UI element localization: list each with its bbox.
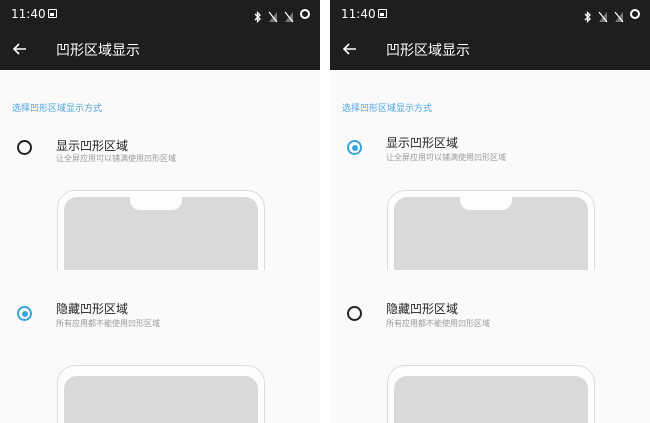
picture-icon <box>48 9 57 18</box>
option-show-notch[interactable]: 显示凹形区域 让全屏应用可以铺满使用凹形区域 <box>0 132 320 270</box>
option-description: 所有应用都不能使用凹形区域 <box>56 319 160 328</box>
option-hide-notch[interactable]: 隐藏凹形区域 所有应用都不能使用凹形区域 <box>330 298 650 423</box>
picture-icon <box>378 9 387 18</box>
option-show-notch[interactable]: 显示凹形区域 让全屏应用可以铺满使用凹形区域 <box>330 132 650 270</box>
no-signal-icon <box>614 8 624 23</box>
option-description: 让全屏应用可以铺满使用凹形区域 <box>386 153 506 162</box>
hidden-notch-preview-image <box>387 365 595 423</box>
back-arrow-icon[interactable] <box>11 40 29 58</box>
option-hide-notch[interactable]: 隐藏凹形区域 所有应用都不能使用凹形区域 <box>0 298 320 423</box>
app-bar: 凹形区域显示 <box>330 28 650 70</box>
section-header: 选择凹形区域显示方式 <box>342 104 433 114</box>
page-title: 凹形区域显示 <box>386 43 470 59</box>
page-title: 凹形区域显示 <box>56 43 140 59</box>
option-title: 显示凹形区域 <box>386 136 459 150</box>
hidden-notch-preview-image <box>57 365 265 423</box>
radio-hide-notch[interactable] <box>347 306 362 321</box>
radio-show-notch[interactable] <box>347 140 362 155</box>
status-time: 11:40 <box>11 7 46 21</box>
bluetooth-icon <box>254 8 262 24</box>
radio-hide-notch[interactable] <box>17 306 32 321</box>
notch-preview-image <box>387 190 595 270</box>
back-arrow-icon[interactable] <box>341 40 359 58</box>
option-description: 让全屏应用可以铺满使用凹形区域 <box>56 154 176 163</box>
option-title: 隐藏凹形区域 <box>56 302 129 316</box>
status-bar: 11:40 <box>0 0 320 28</box>
option-title: 隐藏凹形区域 <box>386 302 459 316</box>
screen-right: 11:40 凹形区域显示 选择凹形区域显示方式 显示凹形区域 让全屏应用可以铺满… <box>330 0 650 423</box>
app-bar: 凹形区域显示 <box>0 28 320 70</box>
no-sim-icon <box>268 8 278 23</box>
status-bar: 11:40 <box>330 0 650 28</box>
section-header: 选择凹形区域显示方式 <box>12 104 103 114</box>
no-signal-icon <box>284 8 294 23</box>
status-time: 11:40 <box>341 7 376 21</box>
no-sim-icon <box>598 8 608 23</box>
option-title: 显示凹形区域 <box>56 139 129 153</box>
radio-show-notch[interactable] <box>17 140 32 155</box>
loading-ring-icon <box>300 9 310 19</box>
bluetooth-icon <box>584 8 592 24</box>
option-description: 所有应用都不能使用凹形区域 <box>386 319 490 328</box>
screen-left: 11:40 凹形区域显示 选择凹形区域显示方式 显示凹形区域 让全屏应用可以铺满… <box>0 0 320 423</box>
notch-preview-image <box>57 190 265 270</box>
loading-ring-icon <box>630 9 640 19</box>
